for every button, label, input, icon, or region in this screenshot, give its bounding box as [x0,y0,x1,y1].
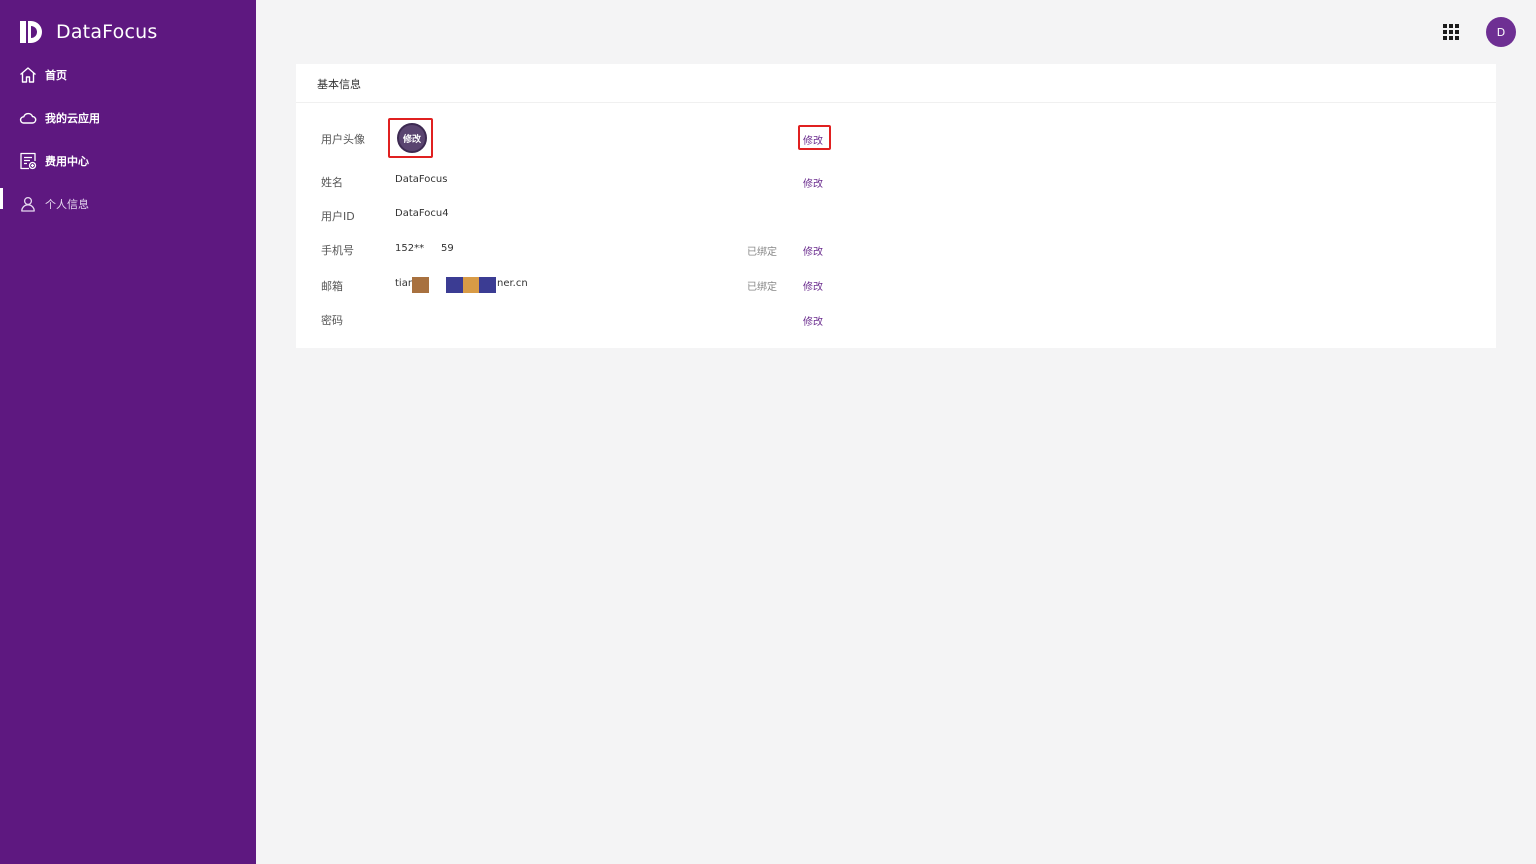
home-icon [18,65,38,85]
billing-icon [18,151,38,171]
userid-value: DataFocu4 [395,208,449,219]
redaction-block [479,277,496,293]
sidebar-item-cloud-apps[interactable]: 我的云应用 [0,101,256,135]
sidebar: DataFocus 首页 我的云应用 费用中心 个人信息 [0,0,256,864]
user-avatar[interactable]: D [1486,17,1516,47]
phone-label: 手机号 [321,244,354,257]
redaction-block [446,277,463,293]
password-edit-link[interactable]: 修改 [803,313,823,328]
avatar-edit-button[interactable]: 修改 [397,123,427,153]
phone-value-start: 152** [395,243,425,254]
redaction-block [412,277,429,293]
userid-label: 用户ID [321,210,355,223]
brand[interactable]: DataFocus [18,18,157,46]
redaction-block [463,277,479,293]
phone-edit-link[interactable]: 修改 [803,243,823,258]
sidebar-item-label: 个人信息 [45,198,89,211]
divider [296,102,1496,103]
active-indicator [0,188,3,209]
sidebar-item-label: 首页 [45,69,67,82]
sidebar-item-label: 费用中心 [45,155,89,168]
sidebar-item-billing[interactable]: 费用中心 [0,144,256,178]
name-label: 姓名 [321,176,343,189]
name-edit-link[interactable]: 修改 [803,175,823,190]
avatar-edit-link-box: 修改 [798,125,831,150]
brand-name: DataFocus [56,21,158,43]
card-title: 基本信息 [317,78,361,91]
email-edit-link[interactable]: 修改 [803,278,823,293]
sidebar-item-label: 我的云应用 [45,112,100,125]
password-label: 密码 [321,314,343,327]
avatar-edit-link[interactable]: 修改 [803,132,823,147]
email-value-end: ner.cn [497,278,528,289]
phone-value-end: 59 [441,243,454,254]
sidebar-item-profile[interactable]: 个人信息 [0,187,256,221]
email-label: 邮箱 [321,280,343,293]
avatar-highlight-box: 修改 [388,118,433,158]
name-value: DataFocus [395,174,448,185]
cloud-icon [18,108,38,128]
user-icon [18,194,38,214]
grid-apps-icon[interactable] [1443,24,1460,40]
avatar-label: 用户头像 [321,133,365,146]
phone-bound-status: 已绑定 [747,247,777,258]
sidebar-item-home[interactable]: 首页 [0,58,256,92]
email-bound-status: 已绑定 [747,282,777,293]
datafocus-logo-icon [20,21,42,43]
basic-info-card: 基本信息 用户头像 修改 修改 姓名 DataFocus 修改 用户ID Dat… [296,64,1496,348]
